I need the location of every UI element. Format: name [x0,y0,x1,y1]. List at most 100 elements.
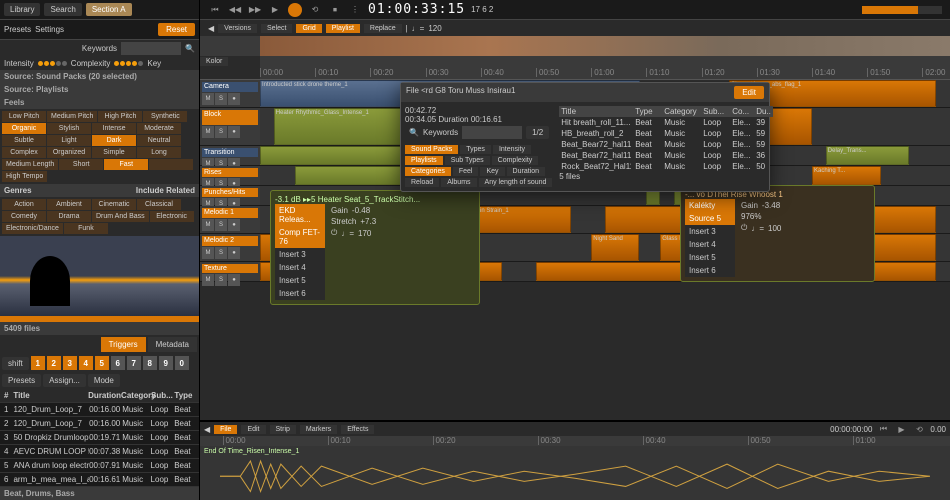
video-thumbnails[interactable] [260,36,950,56]
tab-metadata[interactable]: Metadata [148,337,197,352]
clip[interactable] [260,146,419,165]
tab-triggers[interactable]: Triggers [101,337,146,352]
be-loop-btn[interactable]: ⟲ [912,422,926,436]
genre-tag[interactable]: Electronic [150,211,194,222]
clip[interactable]: Kaching T... [812,166,881,185]
include-related[interactable]: Include Related [136,186,195,195]
track-name[interactable]: Texture [202,264,258,273]
stop-btn[interactable]: ⏹ [328,3,342,17]
feel-tag[interactable] [149,159,193,170]
fx-insert-slot[interactable]: Insert 6 [685,264,735,277]
settings-dd[interactable]: Settings [35,25,64,34]
rec-arm-btn[interactable]: ● [228,219,240,231]
pad-btn[interactable]: 6 [111,356,125,370]
feel-tag[interactable]: Light [47,135,91,146]
versions-btn[interactable]: Versions [218,24,257,33]
genre-tag[interactable]: Drama [47,211,91,222]
popup-filter[interactable]: Key [480,167,504,176]
track-name[interactable]: Melodic 1 [202,208,258,218]
fx-insert-slot[interactable]: Kalékty [685,199,735,212]
source-playlists-hdr[interactable]: Source: Playlists [0,83,199,96]
table-row[interactable]: 1120_Drum_Loop_700:16.00MusicLoopBeat [0,403,199,417]
be-tab-file[interactable]: File [214,425,237,434]
mode-dd[interactable]: Mode [88,374,120,387]
solo-btn[interactable]: S [215,274,227,286]
tab-library[interactable]: Library [4,3,40,16]
solo-btn[interactable]: S [215,126,227,138]
popup-result-row[interactable]: Rock_Beat72_Hal11...BeatMusicLoopEle...5… [559,161,773,172]
solo-btn[interactable]: S [215,219,227,231]
track-name[interactable]: Camera [202,82,258,92]
genre-tag[interactable]: Electronic/Dance [2,223,63,234]
feel-tag[interactable]: Complex [2,147,46,158]
pad-btn[interactable]: 8 [143,356,157,370]
mute-btn[interactable]: M [202,219,214,231]
popup-search-icon[interactable]: 🔍 [409,128,419,137]
feel-tag[interactable]: Medium Length [2,159,58,170]
fx-insert-slot[interactable]: Insert 3 [275,248,325,261]
feel-tag[interactable]: Moderate [137,123,181,134]
feel-tag[interactable]: Simple [92,147,136,158]
feel-tag[interactable]: Long [137,147,181,158]
be-rewind-btn[interactable]: ⏮ [876,422,890,436]
table-row[interactable]: 2120_Drum_Loop_700:16.00MusicLoopBeat [0,417,199,431]
genre-tag[interactable]: Drum And Bass [92,211,149,222]
feel-tag[interactable]: Stylish [47,123,91,134]
mute-btn[interactable]: M [202,274,214,286]
be-tab-strip[interactable]: Strip [270,425,296,434]
track-name[interactable]: Block [202,110,258,125]
fx-insert-slot[interactable]: Insert 4 [275,261,325,274]
play-btn[interactable]: ▶ [268,3,282,17]
fx-insert-slot[interactable]: Source 5 [685,212,735,225]
assign-dd[interactable]: Assign... [43,374,86,387]
forward-btn[interactable]: ▶▶ [248,3,262,17]
pad-btn[interactable]: 4 [79,356,93,370]
solo-btn[interactable]: S [215,247,227,259]
track-name[interactable]: Melodic 2 [202,236,258,246]
rec-arm-btn[interactable]: ● [228,274,240,286]
popup-filter[interactable]: Intensity [493,145,531,154]
grid-btn[interactable]: Grid [296,24,321,33]
track-name[interactable]: Rises [202,168,258,177]
table-row[interactable]: 6arm_b_mea_mea_l_am...00:16.61MusicLoopB… [0,473,199,487]
feel-tag[interactable]: Organic [2,123,46,134]
popup-keywords-input[interactable] [462,126,522,139]
mute-btn[interactable]: M [202,126,214,138]
source-packs-hdr[interactable]: Source: Sound Packs (20 selected) [0,70,199,83]
fx1-power-icon[interactable]: ⏻ [331,228,337,238]
pad-btn[interactable]: 9 [159,356,173,370]
presets-dd[interactable]: Presets [4,25,31,34]
fx-insert-slot[interactable]: Insert 6 [275,287,325,300]
popup-filter[interactable]: Sub Types [445,156,490,165]
reset-btn[interactable]: Reset [158,23,195,36]
genre-tag[interactable]: Action [2,199,46,210]
rec-arm-btn[interactable]: ● [228,126,240,138]
keywords-input[interactable] [121,42,181,55]
playlist-btn[interactable]: Playlist [326,24,360,33]
feels-hdr[interactable]: Feels [0,96,199,109]
waveform-editor[interactable]: End Of Time_Risen_Intense_1 [200,446,950,500]
genre-tag[interactable]: Ambient [47,199,91,210]
be-tab-markers[interactable]: Markers [300,425,337,434]
fx-insert-slot[interactable]: Insert 5 [275,274,325,287]
solo-btn[interactable]: S [215,93,227,105]
pad-btn[interactable]: 5 [95,356,109,370]
feel-tag[interactable]: Short [59,159,103,170]
shift-btn[interactable]: shift [2,357,29,370]
intensity-dots[interactable] [38,61,67,66]
mute-btn[interactable]: M [202,93,214,105]
feel-tag[interactable]: Fast [104,159,148,170]
popup-filter[interactable]: Complexity [492,156,539,165]
table-row[interactable]: 350 Dropkiz Drumloop00:19.71MusicLoopBea… [0,431,199,445]
fx-insert-slot[interactable]: Insert 3 [685,225,735,238]
popup-filter[interactable]: Any length of sound [479,178,553,187]
search-icon[interactable]: 🔍 [185,44,195,53]
pad-btn[interactable]: 0 [175,356,189,370]
tab-search[interactable]: Search [44,3,81,16]
rec-arm-btn[interactable]: ● [228,247,240,259]
popup-result-row[interactable]: Beat_Bear72_hal11...BeatMusicLoopEle...3… [559,150,773,161]
genre-tag[interactable]: Funk [64,223,108,234]
popup-result-row[interactable]: HB_breath_roll_2BeatMusicLoopEle...59 [559,128,773,139]
section-btn[interactable]: Section A [86,3,132,16]
genre-tag[interactable]: Classical [137,199,181,210]
